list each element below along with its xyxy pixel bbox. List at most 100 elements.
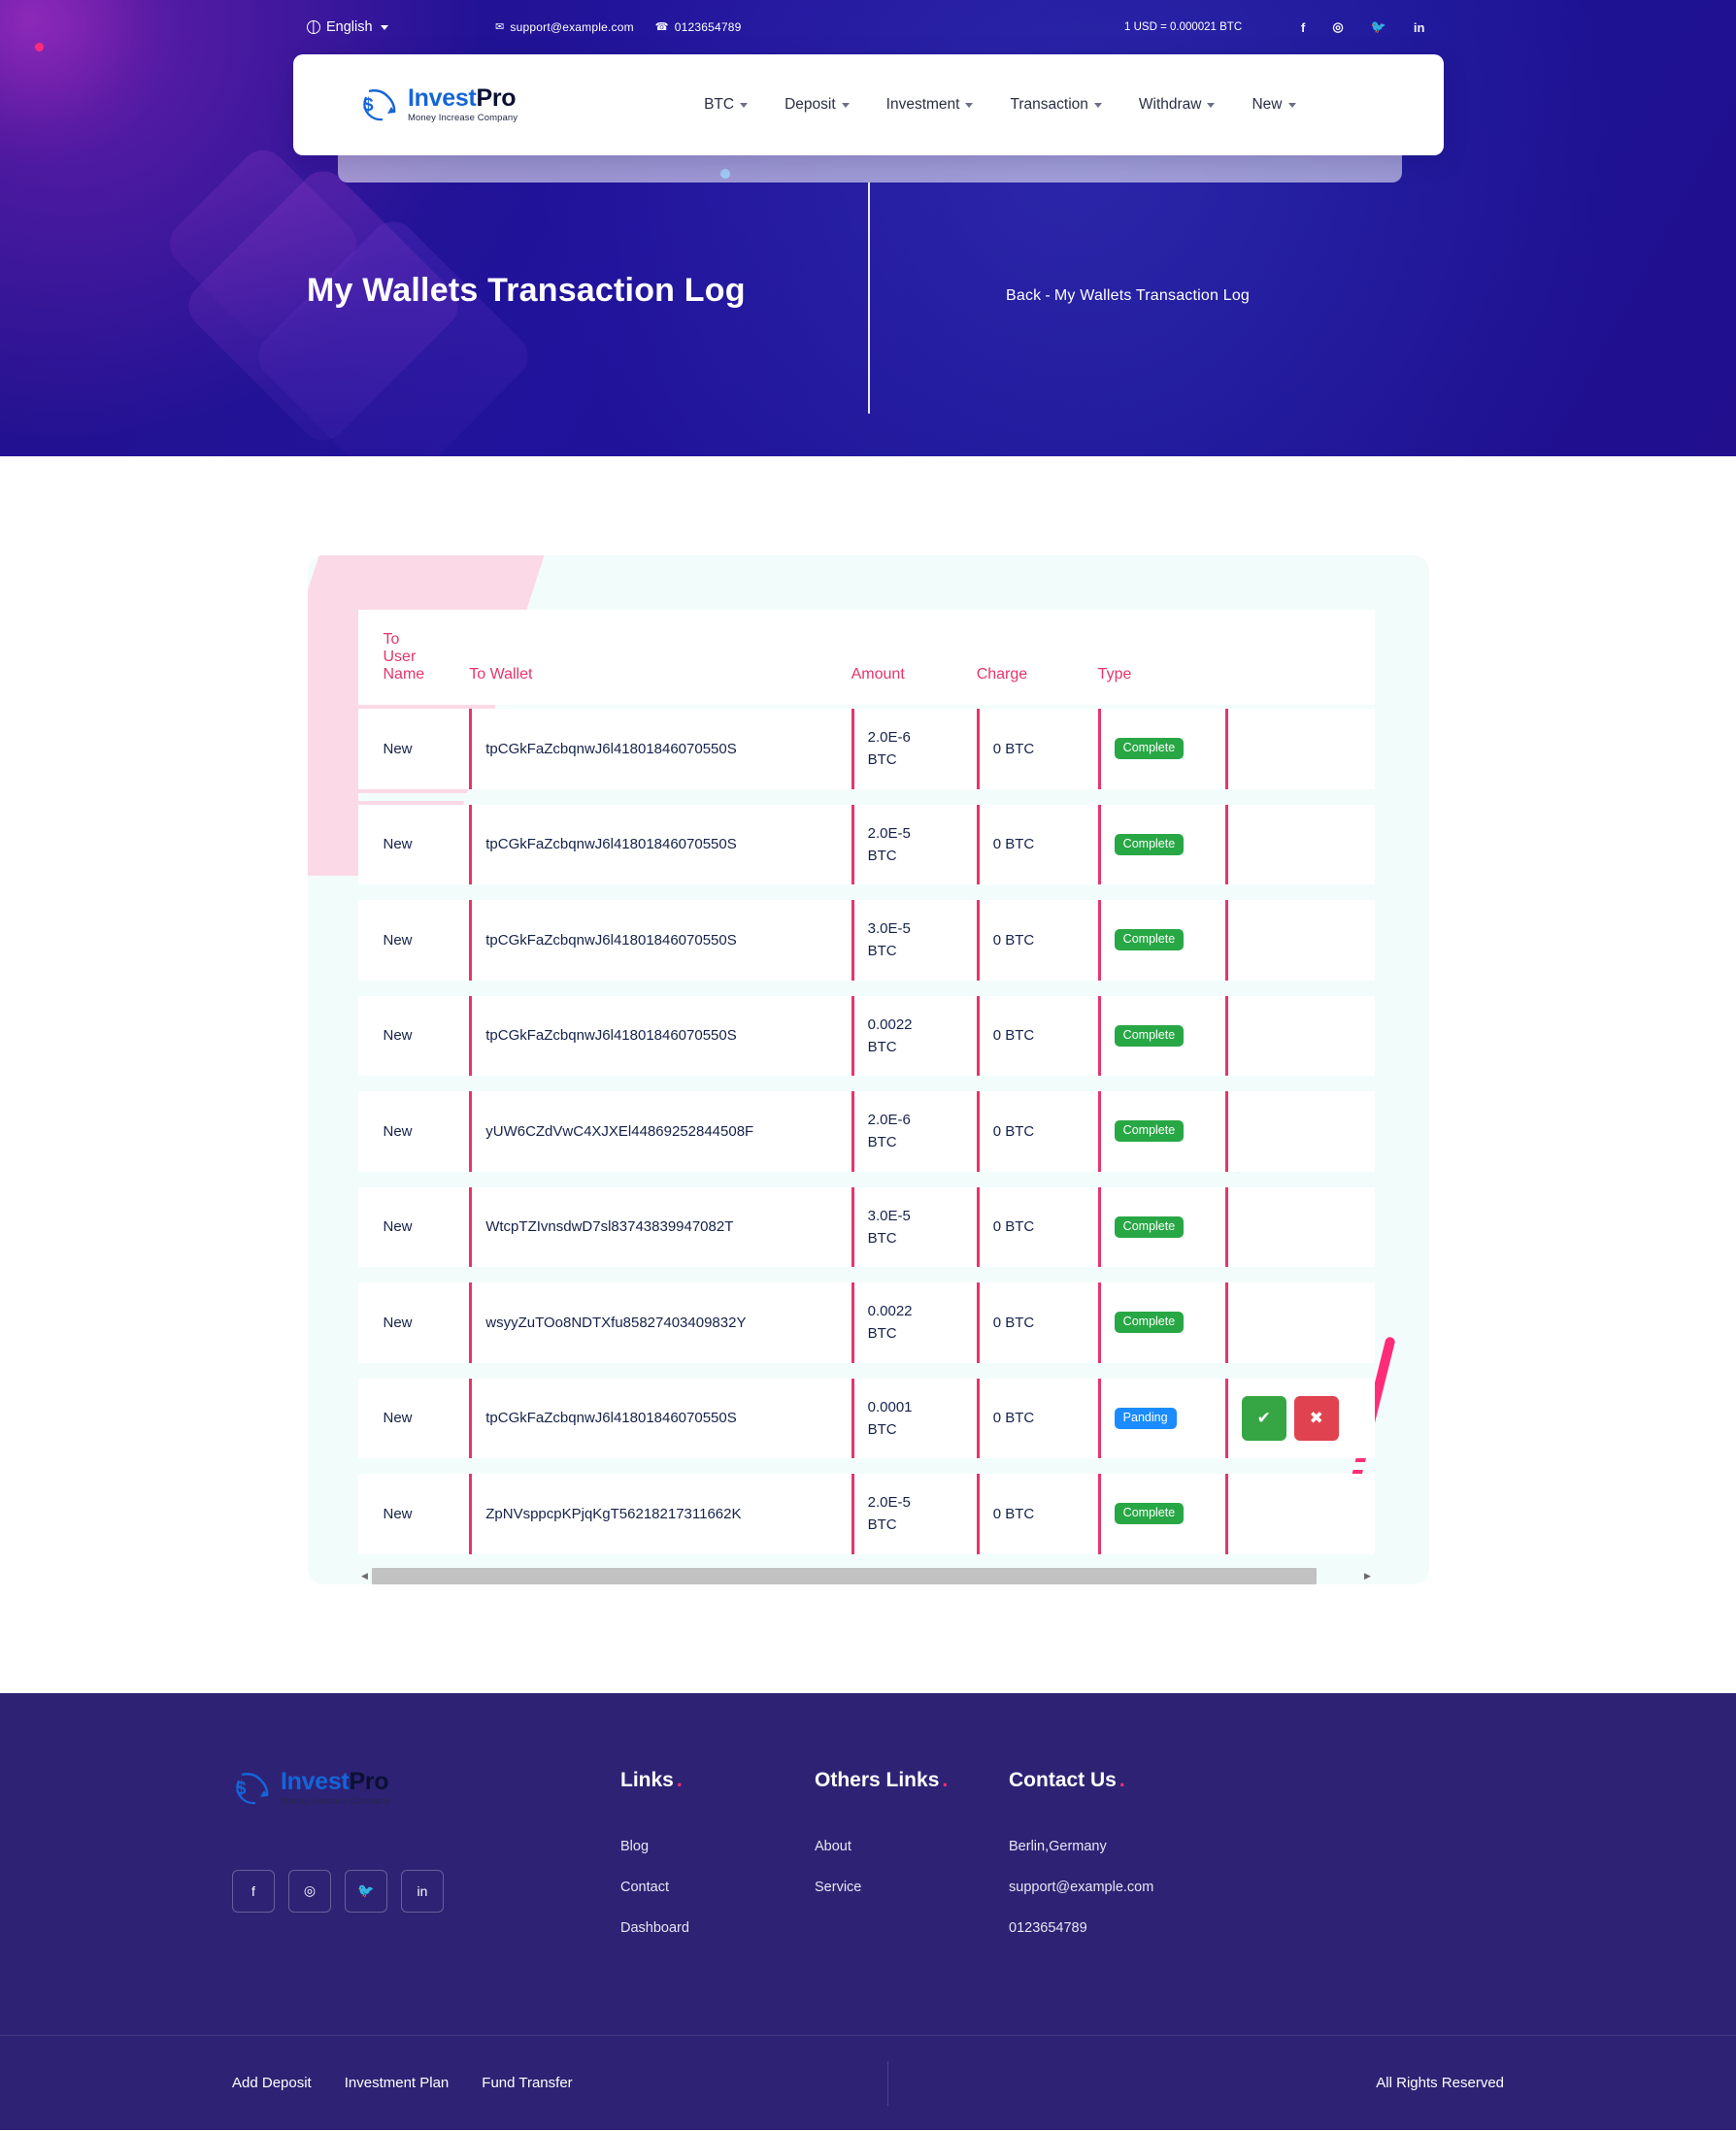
footer-bottom-link-fund-transfer[interactable]: Fund Transfer bbox=[482, 2075, 572, 2091]
btc-rate: 1 USD = 0.000021 BTC bbox=[1124, 21, 1243, 33]
main-navbar: $ InvestPro Money Increase Company BTC D… bbox=[293, 54, 1444, 155]
nav-item-deposit[interactable]: Deposit bbox=[785, 96, 850, 114]
nav-item-transaction[interactable]: Transaction bbox=[1010, 96, 1102, 114]
table-row-gap bbox=[357, 1271, 1375, 1279]
footer-title-dot: . bbox=[676, 1768, 683, 1791]
footer-link-contact[interactable]: Contact bbox=[620, 1880, 815, 1895]
scroll-left-arrow-icon[interactable]: ◀ bbox=[357, 1567, 372, 1584]
table-row-gap bbox=[357, 1175, 1375, 1183]
email-contact[interactable]: ✉ support@example.com bbox=[495, 20, 634, 34]
investpro-logo-icon: $ bbox=[363, 89, 396, 121]
facebook-icon[interactable]: f bbox=[1301, 20, 1305, 35]
phone-label: 0123654789 bbox=[674, 20, 742, 34]
instagram-icon[interactable]: ◎ bbox=[1332, 19, 1343, 35]
chevron-down-icon bbox=[380, 24, 388, 30]
mail-icon: ✉ bbox=[495, 20, 505, 33]
linkedin-icon[interactable]: in bbox=[401, 1869, 444, 1913]
scrollbar-track[interactable] bbox=[371, 1567, 1361, 1584]
status-badge: Panding bbox=[1114, 1407, 1177, 1429]
amount-unit: BTC bbox=[867, 1038, 897, 1055]
cell-to-user-name: New bbox=[357, 1474, 470, 1554]
cell-type: Complete bbox=[1097, 1474, 1225, 1554]
scrollbar-thumb[interactable] bbox=[371, 1567, 1317, 1584]
amount-value: 3.0E-5 bbox=[867, 920, 911, 937]
footer-bottom-links: Add Deposit Investment Plan Fund Transfe… bbox=[232, 2075, 573, 2091]
cell-type: Panding bbox=[1097, 1378, 1225, 1458]
transaction-table: To User Name To Wallet Amount Charge Typ… bbox=[357, 606, 1375, 1558]
nav-item-withdraw[interactable]: Withdraw bbox=[1139, 96, 1216, 114]
transaction-table-scroll-area[interactable]: To User Name To Wallet Amount Charge Typ… bbox=[357, 606, 1375, 1558]
footer-phone[interactable]: 0123654789 bbox=[1009, 1920, 1300, 1936]
top-utility-bar: English ✉ support@example.com ☎ 01236547… bbox=[0, 0, 1736, 54]
twitter-icon[interactable]: 🐦 bbox=[345, 1869, 387, 1913]
cell-to-user-name: New bbox=[357, 900, 470, 981]
brand-name-primary: Invest bbox=[408, 84, 477, 113]
email-label: support@example.com bbox=[510, 20, 634, 34]
amount-unit: BTC bbox=[867, 1134, 897, 1151]
cell-type: Complete bbox=[1097, 900, 1225, 981]
instagram-icon[interactable]: ◎ bbox=[288, 1869, 331, 1913]
cell-charge: 0 BTC bbox=[976, 1186, 1098, 1267]
nav-item-btc[interactable]: BTC bbox=[704, 96, 749, 114]
cell-type: Complete bbox=[1097, 1091, 1225, 1172]
table-row: New tpCGkFaZcbqnwJ6l41801846070550S 2.0E-5… bbox=[357, 804, 1375, 884]
cell-amount: 3.0E-5 BTC bbox=[851, 1186, 977, 1267]
footer-logo[interactable]: $ InvestPro Money Increase Company bbox=[232, 1769, 620, 1808]
cell-charge: 0 BTC bbox=[976, 804, 1098, 884]
cell-type: Complete bbox=[1097, 1282, 1225, 1363]
footer-bottom-link-add-deposit[interactable]: Add Deposit bbox=[232, 2075, 312, 2091]
twitter-icon[interactable]: 🐦 bbox=[1371, 19, 1386, 35]
footer-others-title: Others Links. bbox=[815, 1769, 1009, 1792]
nav-label: Investment bbox=[885, 96, 960, 113]
nav-item-new[interactable]: New bbox=[1252, 96, 1296, 114]
amount-unit: BTC bbox=[867, 1516, 897, 1534]
horizontal-scrollbar[interactable]: ◀ ▶ bbox=[357, 1567, 1375, 1584]
reject-button[interactable]: ✖ bbox=[1293, 1395, 1339, 1441]
cell-action bbox=[1224, 995, 1375, 1076]
hero-band: English ✉ support@example.com ☎ 01236547… bbox=[0, 0, 1736, 456]
cell-to-wallet: WtcpTZIvnsdwD7sl83743839947082T bbox=[469, 1186, 851, 1267]
amount-value: 2.0E-5 bbox=[867, 824, 911, 842]
main-content: To User Name To Wallet Amount Charge Typ… bbox=[0, 456, 1736, 1693]
amount-value: 3.0E-5 bbox=[867, 1207, 911, 1224]
cell-type: Complete bbox=[1097, 1186, 1225, 1267]
amount-unit: BTC bbox=[867, 1420, 897, 1438]
cell-to-wallet: tpCGkFaZcbqnwJ6l41801846070550S bbox=[469, 900, 851, 981]
approve-button[interactable]: ✔ bbox=[1241, 1395, 1286, 1441]
footer-email[interactable]: support@example.com bbox=[1009, 1880, 1300, 1895]
footer-link-dashboard[interactable]: Dashboard bbox=[620, 1920, 815, 1936]
table-row: New tpCGkFaZcbqnwJ6l41801846070550S 0.0001… bbox=[357, 1378, 1375, 1458]
chevron-down-icon bbox=[841, 102, 850, 108]
footer-link-service[interactable]: Service bbox=[815, 1880, 1009, 1895]
language-selector[interactable]: English bbox=[307, 19, 388, 35]
hero-divider bbox=[868, 183, 870, 414]
amount-value: 2.0E-6 bbox=[867, 729, 911, 746]
cell-action bbox=[1224, 1186, 1375, 1267]
phone-contact[interactable]: ☎ 0123654789 bbox=[655, 20, 742, 34]
header-line-2: User bbox=[383, 649, 417, 665]
footer-title-dot: . bbox=[1118, 1768, 1125, 1791]
status-badge: Complete bbox=[1114, 738, 1185, 760]
linkedin-icon[interactable]: in bbox=[1414, 20, 1425, 35]
footer-link-blog[interactable]: Blog bbox=[620, 1839, 815, 1854]
facebook-icon[interactable]: f bbox=[232, 1869, 275, 1913]
breadcrumb-back-link[interactable]: Back bbox=[1006, 287, 1041, 304]
nav-item-investment[interactable]: Investment bbox=[886, 96, 974, 114]
footer-brand-secondary: Pro bbox=[349, 1767, 389, 1795]
amount-value: 0.0022 bbox=[867, 1016, 913, 1033]
cell-to-wallet: tpCGkFaZcbqnwJ6l41801846070550S bbox=[469, 804, 851, 884]
brand-logo[interactable]: $ InvestPro Money Increase Company bbox=[359, 85, 517, 124]
cell-to-user-name: New bbox=[357, 1091, 470, 1172]
brand-tagline: Money Increase Company bbox=[408, 113, 518, 124]
cell-amount: 2.0E-5 BTC bbox=[851, 1474, 977, 1554]
footer-bottom-link-investment-plan[interactable]: Investment Plan bbox=[345, 2075, 450, 2091]
scroll-right-arrow-icon[interactable]: ▶ bbox=[1360, 1567, 1375, 1584]
footer-brand-primary: Invest bbox=[281, 1767, 350, 1795]
transaction-log-card: To User Name To Wallet Amount Charge Typ… bbox=[307, 555, 1429, 1584]
footer-link-about[interactable]: About bbox=[815, 1839, 1009, 1854]
cell-type: Complete bbox=[1097, 709, 1225, 789]
breadcrumb: Back - My Wallets Transaction Log bbox=[1006, 287, 1250, 305]
contact-info-group: ✉ support@example.com ☎ 0123654789 bbox=[495, 0, 741, 54]
table-row: New wsyyZuTOo8NDTXfu85827403409832Y 0.0022… bbox=[357, 1282, 1375, 1363]
cell-charge: 0 BTC bbox=[976, 1282, 1098, 1363]
